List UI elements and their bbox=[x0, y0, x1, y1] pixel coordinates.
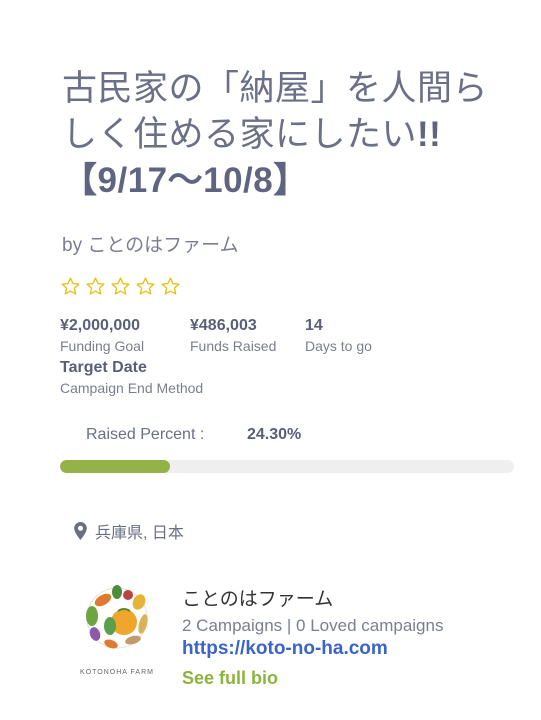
see-full-bio-link[interactable]: See full bio bbox=[182, 668, 522, 689]
campaign-title: 古民家の「納屋」を人間ら しく住める家にしたい!! 【9/17〜10/8】 bbox=[62, 66, 522, 204]
title-line-2: しく住める家にしたい bbox=[62, 115, 418, 154]
creator-card: ことのはファーム 2 Campaigns | 0 Loved campaigns… bbox=[182, 584, 522, 689]
vegetable-wreath-icon bbox=[86, 585, 148, 649]
funding-goal-stat: ¥2,000,000 Funding Goal bbox=[60, 317, 144, 354]
title-line-3: 【9/17〜10/8】 bbox=[62, 161, 309, 200]
star-icon bbox=[61, 277, 80, 295]
creator-website-link[interactable]: https://koto-no-ha.com bbox=[182, 638, 522, 660]
title-line-1: 古民家の「納屋」を人間ら bbox=[62, 69, 489, 108]
end-method-stat: Target Date Campaign End Method bbox=[60, 359, 203, 396]
star-icon bbox=[86, 277, 105, 295]
funding-progress-fill bbox=[60, 460, 171, 473]
rating-stars bbox=[60, 276, 181, 297]
star-icon bbox=[136, 277, 155, 295]
star-icon bbox=[161, 277, 180, 295]
funds-raised-label: Funds Raised bbox=[190, 338, 277, 354]
days-to-go-value: 14 bbox=[305, 317, 323, 334]
raised-percent-label: Raised Percent : bbox=[86, 426, 205, 443]
title-emphasis: !! bbox=[417, 115, 442, 154]
location-text: 兵庫県, 日本 bbox=[95, 525, 184, 542]
creator-logo-text: KOTONOHA FARM bbox=[80, 669, 154, 676]
campaign-location: 兵庫県, 日本 bbox=[74, 519, 184, 543]
raised-percent-value: 24.30% bbox=[247, 426, 302, 443]
funds-raised-stat: ¥486,003 Funds Raised bbox=[190, 317, 276, 354]
funding-goal-value: ¥2,000,000 bbox=[60, 317, 141, 334]
campaign-byline: by ことのはファーム bbox=[62, 235, 239, 256]
star-icon bbox=[111, 277, 130, 295]
end-method-label: Campaign End Method bbox=[60, 380, 204, 396]
creator-name[interactable]: ことのはファーム bbox=[182, 584, 522, 611]
map-pin-icon bbox=[74, 522, 87, 540]
days-to-go-stat: 14 Days to go bbox=[305, 317, 372, 354]
end-method-value: Target Date bbox=[60, 359, 147, 376]
creator-logo[interactable]: KOTONOHA FARM bbox=[67, 578, 167, 680]
funds-raised-value: ¥486,003 bbox=[190, 317, 257, 334]
funding-goal-label: Funding Goal bbox=[60, 338, 145, 354]
days-to-go-label: Days to go bbox=[305, 338, 372, 354]
creator-campaign-counts: 2 Campaigns | 0 Loved campaigns bbox=[182, 616, 444, 635]
funding-progress-bar bbox=[60, 460, 514, 473]
